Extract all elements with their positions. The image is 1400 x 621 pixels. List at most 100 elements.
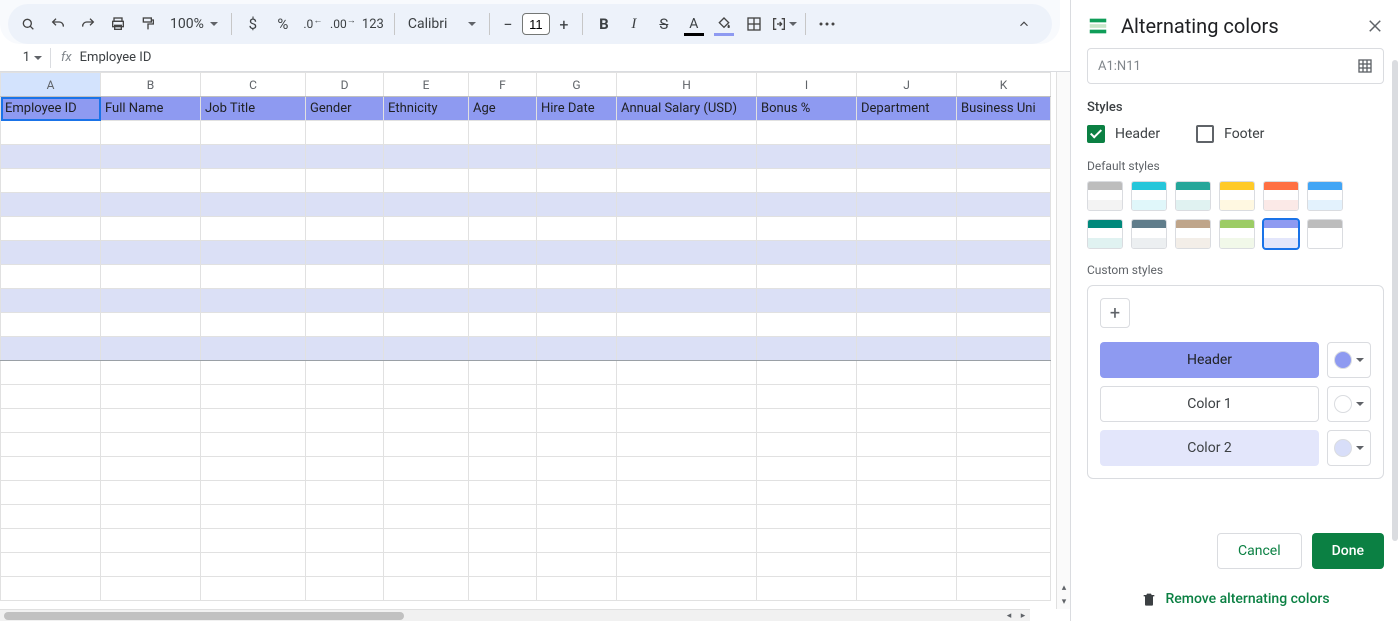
increase-decimal-icon[interactable]: .00→ <box>329 10 357 38</box>
cell[interactable] <box>201 577 306 601</box>
cell[interactable] <box>537 337 617 361</box>
cell[interactable] <box>306 337 384 361</box>
cell[interactable] <box>617 553 757 577</box>
cell[interactable] <box>957 553 1051 577</box>
cell[interactable] <box>757 481 857 505</box>
cell[interactable] <box>1 265 101 289</box>
cell[interactable] <box>957 121 1051 145</box>
cell[interactable] <box>757 265 857 289</box>
cell[interactable] <box>1 121 101 145</box>
vertical-scrollbar[interactable]: ▴ ▾ <box>1056 72 1070 609</box>
cell[interactable] <box>757 505 857 529</box>
bold-icon[interactable]: B <box>590 10 618 38</box>
cell[interactable] <box>537 193 617 217</box>
cell[interactable] <box>306 433 384 457</box>
cell[interactable] <box>1 241 101 265</box>
cell[interactable] <box>617 361 757 385</box>
cell[interactable] <box>617 169 757 193</box>
cell[interactable] <box>1 553 101 577</box>
cell[interactable] <box>857 385 957 409</box>
cell[interactable] <box>1 169 101 193</box>
cell[interactable] <box>757 217 857 241</box>
cell[interactable] <box>384 241 469 265</box>
cell[interactable] <box>201 217 306 241</box>
cell[interactable] <box>384 457 469 481</box>
cell[interactable] <box>537 121 617 145</box>
cell[interactable] <box>101 241 201 265</box>
cell[interactable] <box>101 289 201 313</box>
cell[interactable] <box>957 217 1051 241</box>
cell[interactable] <box>957 433 1051 457</box>
cell[interactable] <box>957 193 1051 217</box>
cell[interactable] <box>757 361 857 385</box>
cell[interactable] <box>537 505 617 529</box>
cell[interactable] <box>537 217 617 241</box>
cell[interactable] <box>757 529 857 553</box>
cell[interactable] <box>617 217 757 241</box>
cell[interactable] <box>469 361 537 385</box>
cell[interactable] <box>857 409 957 433</box>
cell[interactable] <box>306 481 384 505</box>
cell[interactable] <box>469 505 537 529</box>
cell[interactable] <box>469 145 537 169</box>
column-header[interactable]: J <box>857 73 957 97</box>
cell[interactable] <box>306 457 384 481</box>
cell[interactable] <box>857 553 957 577</box>
cell[interactable] <box>384 193 469 217</box>
cell[interactable] <box>537 457 617 481</box>
cell[interactable] <box>101 529 201 553</box>
style-swatch[interactable] <box>1087 219 1123 249</box>
borders-icon[interactable] <box>740 10 768 38</box>
cell[interactable] <box>101 505 201 529</box>
cell[interactable] <box>101 481 201 505</box>
cell[interactable] <box>857 577 957 601</box>
cell[interactable] <box>617 505 757 529</box>
cell[interactable] <box>537 481 617 505</box>
cell[interactable] <box>857 529 957 553</box>
cell[interactable] <box>306 241 384 265</box>
cell[interactable] <box>537 289 617 313</box>
close-icon[interactable] <box>1366 17 1384 35</box>
format-number-icon[interactable]: 123 <box>359 10 387 38</box>
cell[interactable] <box>469 481 537 505</box>
zoom-select[interactable]: 100% <box>164 16 224 32</box>
cell[interactable] <box>617 265 757 289</box>
cell[interactable] <box>617 529 757 553</box>
fill-color-icon[interactable] <box>710 10 738 38</box>
cell[interactable] <box>1 505 101 529</box>
cell[interactable] <box>537 577 617 601</box>
cell[interactable] <box>1 337 101 361</box>
cell[interactable] <box>617 337 757 361</box>
cell[interactable] <box>537 313 617 337</box>
cell[interactable] <box>384 481 469 505</box>
style-swatch[interactable] <box>1263 181 1299 211</box>
cell[interactable] <box>306 121 384 145</box>
cell[interactable] <box>537 529 617 553</box>
cell[interactable] <box>306 145 384 169</box>
more-icon[interactable] <box>813 10 841 38</box>
column-header[interactable]: B <box>101 73 201 97</box>
cell[interactable] <box>384 505 469 529</box>
header-cell[interactable]: Job Title <box>201 97 306 121</box>
cell[interactable] <box>757 169 857 193</box>
cell[interactable] <box>757 121 857 145</box>
cell[interactable] <box>957 361 1051 385</box>
cell[interactable] <box>857 433 957 457</box>
cell[interactable] <box>201 433 306 457</box>
cell[interactable] <box>857 265 957 289</box>
cell[interactable] <box>537 145 617 169</box>
cell[interactable] <box>469 385 537 409</box>
cell[interactable] <box>101 457 201 481</box>
cell[interactable] <box>384 361 469 385</box>
cell[interactable] <box>469 553 537 577</box>
cell[interactable] <box>857 121 957 145</box>
cell[interactable] <box>384 337 469 361</box>
cell[interactable] <box>957 289 1051 313</box>
cell[interactable] <box>101 553 201 577</box>
font-size-input[interactable] <box>522 13 550 35</box>
cell[interactable] <box>857 241 957 265</box>
style-swatch[interactable] <box>1307 181 1343 211</box>
cell[interactable] <box>384 217 469 241</box>
cell[interactable] <box>306 361 384 385</box>
style-swatch[interactable] <box>1219 219 1255 249</box>
